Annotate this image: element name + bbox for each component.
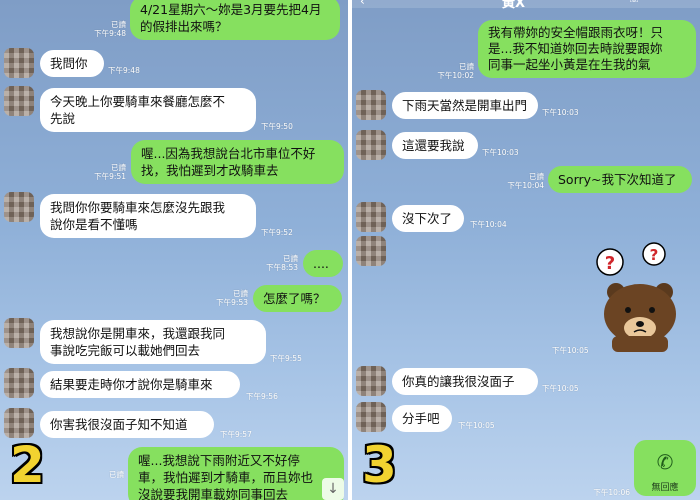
message-meta: 下午9:52 [261, 228, 293, 237]
outgoing-message[interactable]: 我有帶妳的安全帽跟雨衣呀！只 是...我不知道妳回去時說要跟妳 同事一起坐小黃是… [478, 20, 696, 78]
avatar[interactable] [4, 408, 34, 438]
message-meta: 已讀 下午9:51 [94, 163, 126, 181]
outgoing-message[interactable]: 喔...我想說下雨附近又不好停 車，我怕遲到才騎車，而且妳也 沒說要我開車載妳同… [128, 447, 344, 500]
incoming-message[interactable]: 分手吧 [392, 405, 452, 432]
missed-call-card[interactable]: ✆ 無回應 [634, 440, 696, 496]
message-meta: 下午9:50 [261, 122, 293, 131]
message-meta: 下午10:03 [482, 148, 519, 157]
incoming-message[interactable]: 我問你 [40, 50, 104, 77]
avatar[interactable] [4, 86, 34, 116]
scroll-down-button[interactable]: ↓ [322, 478, 344, 500]
panel-number: 2 [10, 436, 45, 494]
avatar[interactable] [356, 90, 386, 120]
message-meta: 已讀 下午10:04 [507, 172, 544, 190]
incoming-message[interactable]: 你害我很沒面子知不知道 [40, 411, 214, 438]
message-meta: 下午10:05 [552, 346, 589, 355]
avatar[interactable] [356, 366, 386, 396]
chat-panel-2: 4/21星期六～妳是3月要先把4月 的假排出來嗎？ 已讀 下午9:48 我問你 … [0, 0, 348, 500]
message-meta: 下午10:05 [458, 421, 495, 430]
message-meta: 下午10:04 [470, 220, 507, 229]
avatar[interactable] [4, 192, 34, 222]
phone-icon[interactable]: ☏ [628, 0, 641, 5]
message-meta: 下午9:56 [246, 392, 278, 401]
outgoing-message[interactable]: 4/21星期六～妳是3月要先把4月 的假排出來嗎？ [130, 0, 340, 40]
message-meta: 已讀 下午10:02 [437, 62, 474, 80]
message-meta: 已讀 下午8:53 [266, 254, 298, 272]
brown-bear-question-sticker[interactable]: ? ? [590, 240, 690, 352]
avatar[interactable] [356, 236, 386, 266]
incoming-message[interactable]: 你真的讓我很沒面子 [392, 368, 538, 395]
outgoing-message[interactable]: 怎麼了嗎？ [253, 285, 342, 312]
incoming-message[interactable]: 我問你你要騎車來怎麼沒先跟我 說你是看不懂嗎 [40, 194, 256, 238]
avatar[interactable] [356, 130, 386, 160]
svg-text:?: ? [650, 246, 659, 264]
avatar[interactable] [4, 368, 34, 398]
message-meta: 下午9:55 [270, 354, 302, 363]
panel-number: 3 [362, 436, 397, 494]
outgoing-message[interactable]: Sorry~我下次知道了 [548, 166, 692, 193]
incoming-message[interactable]: 結果要走時你才說你是騎車來 [40, 371, 240, 398]
call-status-label: 無回應 [651, 483, 679, 493]
incoming-message[interactable]: 沒下次了 [392, 205, 464, 232]
message-meta: 下午10:05 [542, 384, 579, 393]
svg-text:?: ? [605, 253, 615, 274]
chat-header: ‹ 黃X ☏ [352, 0, 700, 11]
message-meta: 已讀 下午9:48 [94, 20, 126, 38]
incoming-message[interactable]: 下雨天當然是開車出門 [392, 92, 538, 119]
message-meta: 下午10:03 [542, 108, 579, 117]
incoming-message[interactable]: 我想說你是開車來，我還跟我同 事說吃完飯可以載她們回去 [40, 320, 266, 364]
message-meta: 已讀 [109, 470, 124, 479]
chat-title: 黃X [502, 0, 526, 11]
bear-sticker-icon: ? ? [596, 242, 676, 352]
chat-panel-3: ‹ 黃X ☏ 我有帶妳的安全帽跟雨衣呀！只 是...我不知道妳回去時說要跟妳 同… [352, 0, 700, 500]
avatar[interactable] [356, 202, 386, 232]
message-meta: 下午9:57 [220, 430, 252, 439]
avatar[interactable] [356, 402, 386, 432]
message-meta: 已讀 下午9:53 [216, 289, 248, 307]
incoming-message[interactable]: 今天晚上你要騎車來餐廳怎麼不 先說 [40, 88, 256, 132]
outgoing-message[interactable]: 喔...因為我想說台北市車位不好 找，我怕遲到才改騎車去 [131, 140, 344, 184]
message-meta: 下午9:48 [108, 66, 140, 75]
incoming-message[interactable]: 這還要我說 [392, 132, 478, 159]
phone-icon: ✆ [656, 450, 674, 474]
outgoing-message[interactable]: .... [303, 250, 343, 277]
avatar[interactable] [4, 318, 34, 348]
back-icon[interactable]: ‹ [360, 0, 365, 8]
message-meta: 下午10:06 [593, 488, 630, 497]
avatar[interactable] [4, 48, 34, 78]
